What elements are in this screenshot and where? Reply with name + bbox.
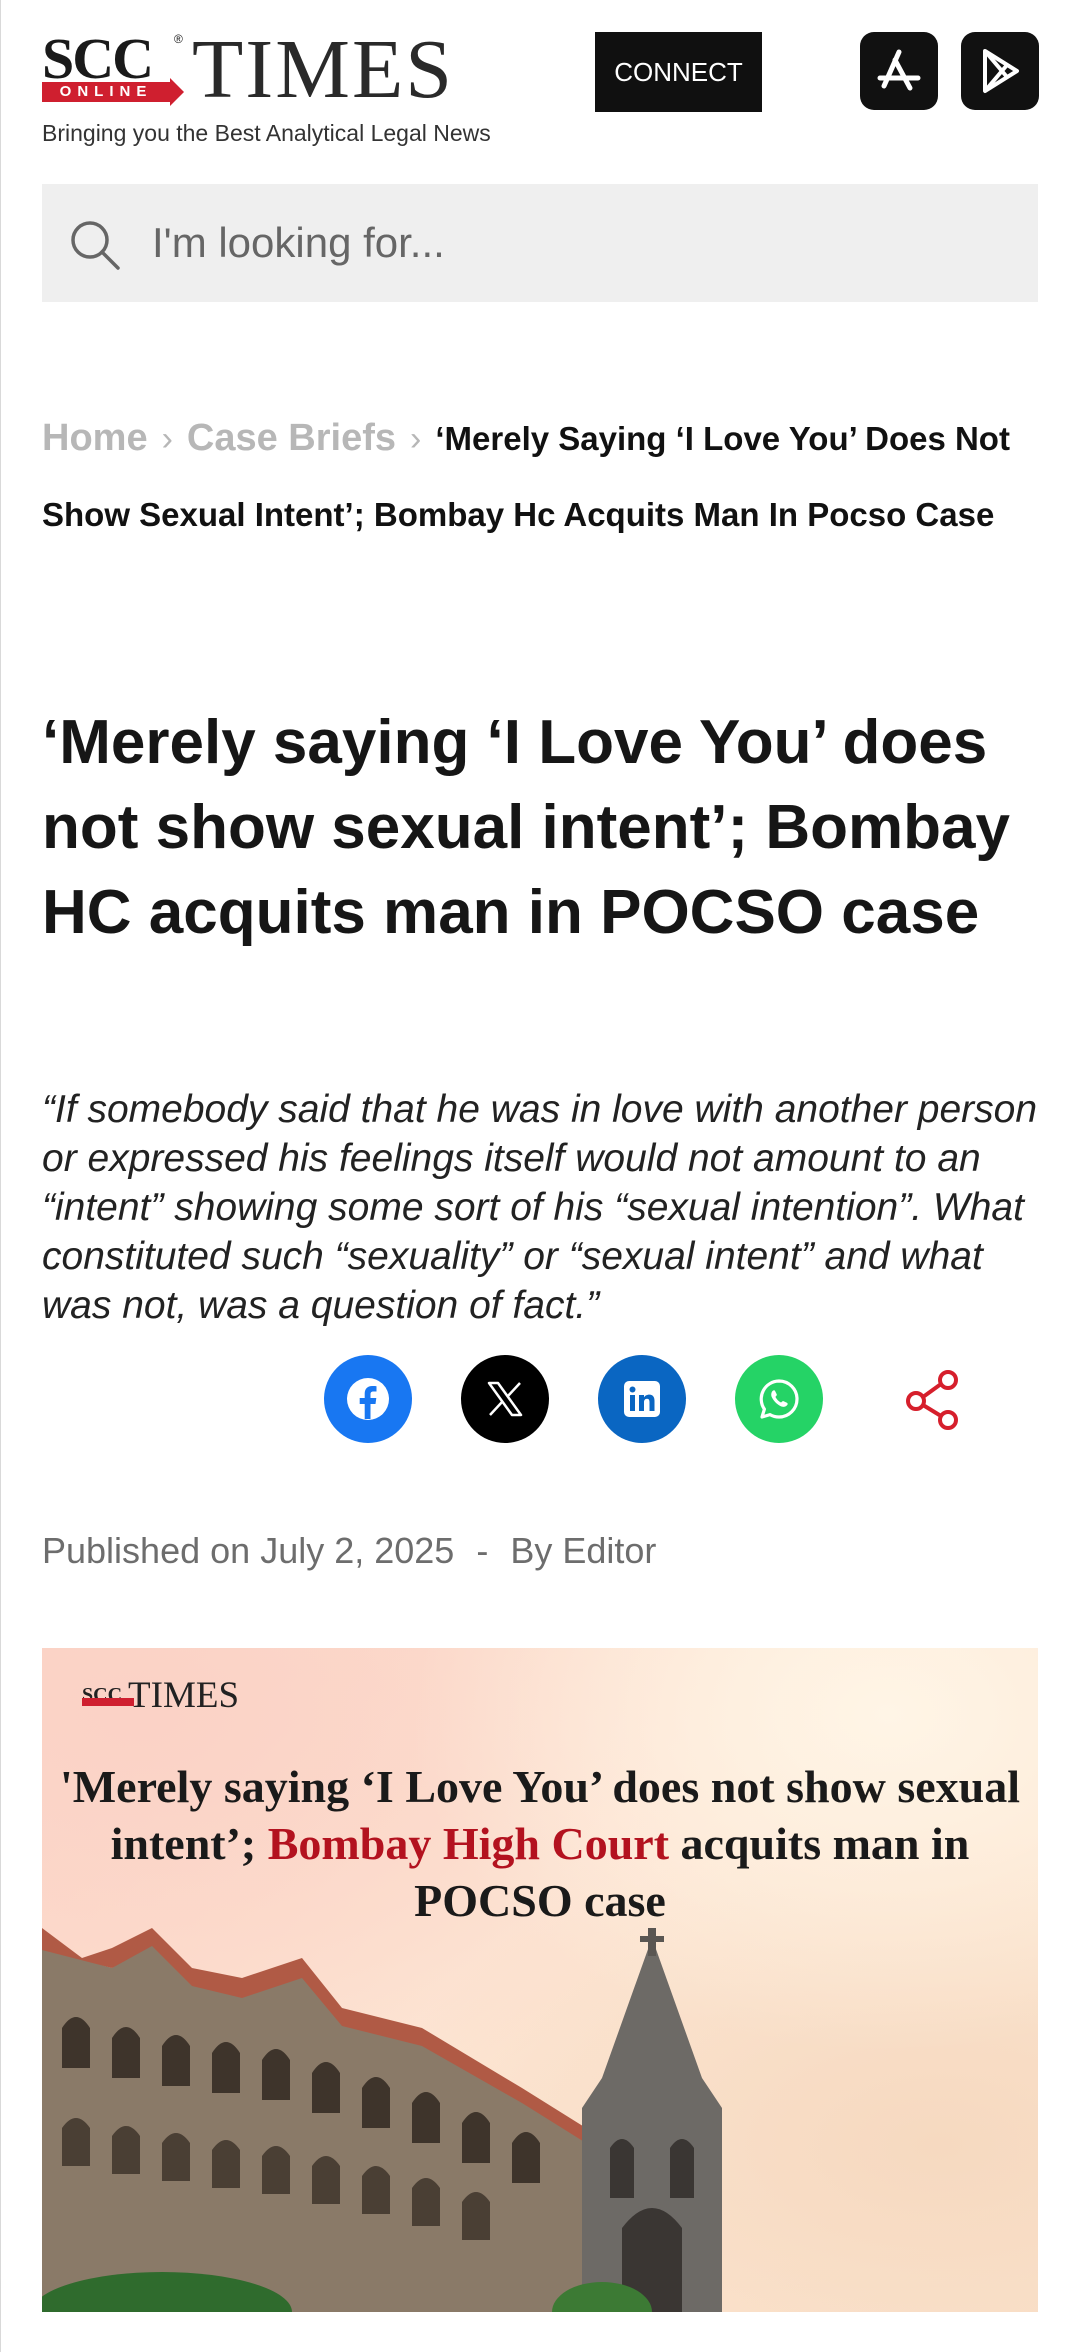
search-icon bbox=[71, 221, 120, 270]
share-linkedin-button[interactable] bbox=[598, 1355, 686, 1443]
chevron-right-icon: › bbox=[161, 420, 173, 458]
linkedin-icon bbox=[624, 1381, 660, 1417]
breadcrumb-home-link[interactable]: Home bbox=[42, 417, 148, 459]
breadcrumb: Home › Case Briefs › ‘Merely Saying ‘I Love … bbox=[42, 400, 1032, 553]
hero-image: SCC TIMES 'Merely saying ‘I Love You’ doe… bbox=[42, 1648, 1038, 2312]
connect-button[interactable]: CONNECT bbox=[595, 32, 762, 112]
facebook-icon bbox=[347, 1378, 389, 1420]
search-bar[interactable] bbox=[42, 184, 1038, 302]
chevron-right-icon: › bbox=[410, 420, 422, 458]
share-facebook-button[interactable] bbox=[324, 1355, 412, 1443]
breadcrumb-section-link[interactable]: Case Briefs bbox=[187, 417, 396, 459]
app-store-icon bbox=[877, 49, 921, 91]
article-meta: Published on July 2, 2025 - By Editor bbox=[42, 1530, 656, 1572]
logo-times-text: TIMES bbox=[192, 23, 454, 116]
share-x-button[interactable] bbox=[461, 1355, 549, 1443]
published-prefix: Published on bbox=[42, 1530, 251, 1571]
x-icon bbox=[487, 1381, 523, 1417]
published-date: July 2, 2025 bbox=[260, 1530, 455, 1571]
site-logo[interactable]: SCC ® ONLINE TIMES bbox=[42, 23, 562, 116]
whatsapp-icon bbox=[759, 1379, 799, 1419]
article-excerpt: “If somebody said that he was in love wi… bbox=[42, 1088, 1038, 1327]
hero-logo: SCC TIMES bbox=[82, 1674, 239, 1717]
play-store-icon bbox=[983, 49, 1019, 93]
logo-online-text: ONLINE bbox=[42, 78, 184, 106]
author-link[interactable]: By Editor bbox=[510, 1530, 656, 1571]
bombay-high-court-illustration bbox=[42, 1928, 722, 2312]
meta-separator: - bbox=[476, 1530, 489, 1571]
share-button[interactable] bbox=[890, 1355, 978, 1443]
hero-headline: 'Merely saying ‘I Love You’ does not sho… bbox=[42, 1758, 1038, 1929]
app-store-button[interactable] bbox=[860, 32, 938, 110]
registered-mark: ® bbox=[174, 32, 183, 46]
share-whatsapp-button[interactable] bbox=[735, 1355, 823, 1443]
hero-logo-online-bar bbox=[82, 1698, 134, 1706]
logo-scc-text: SCC bbox=[42, 26, 154, 91]
hero-headline-highlight: Bombay High Court bbox=[267, 1818, 670, 1869]
play-store-button[interactable] bbox=[961, 32, 1039, 110]
search-input[interactable] bbox=[152, 184, 1012, 302]
share-icon bbox=[906, 1370, 958, 1430]
article-title: ‘Merely saying ‘I Love You’ does not sho… bbox=[42, 708, 1010, 947]
page-border bbox=[0, 0, 1, 2352]
site-tagline: Bringing you the Best Analytical Legal N… bbox=[42, 120, 491, 146]
hero-logo-times: TIMES bbox=[128, 1675, 240, 1716]
